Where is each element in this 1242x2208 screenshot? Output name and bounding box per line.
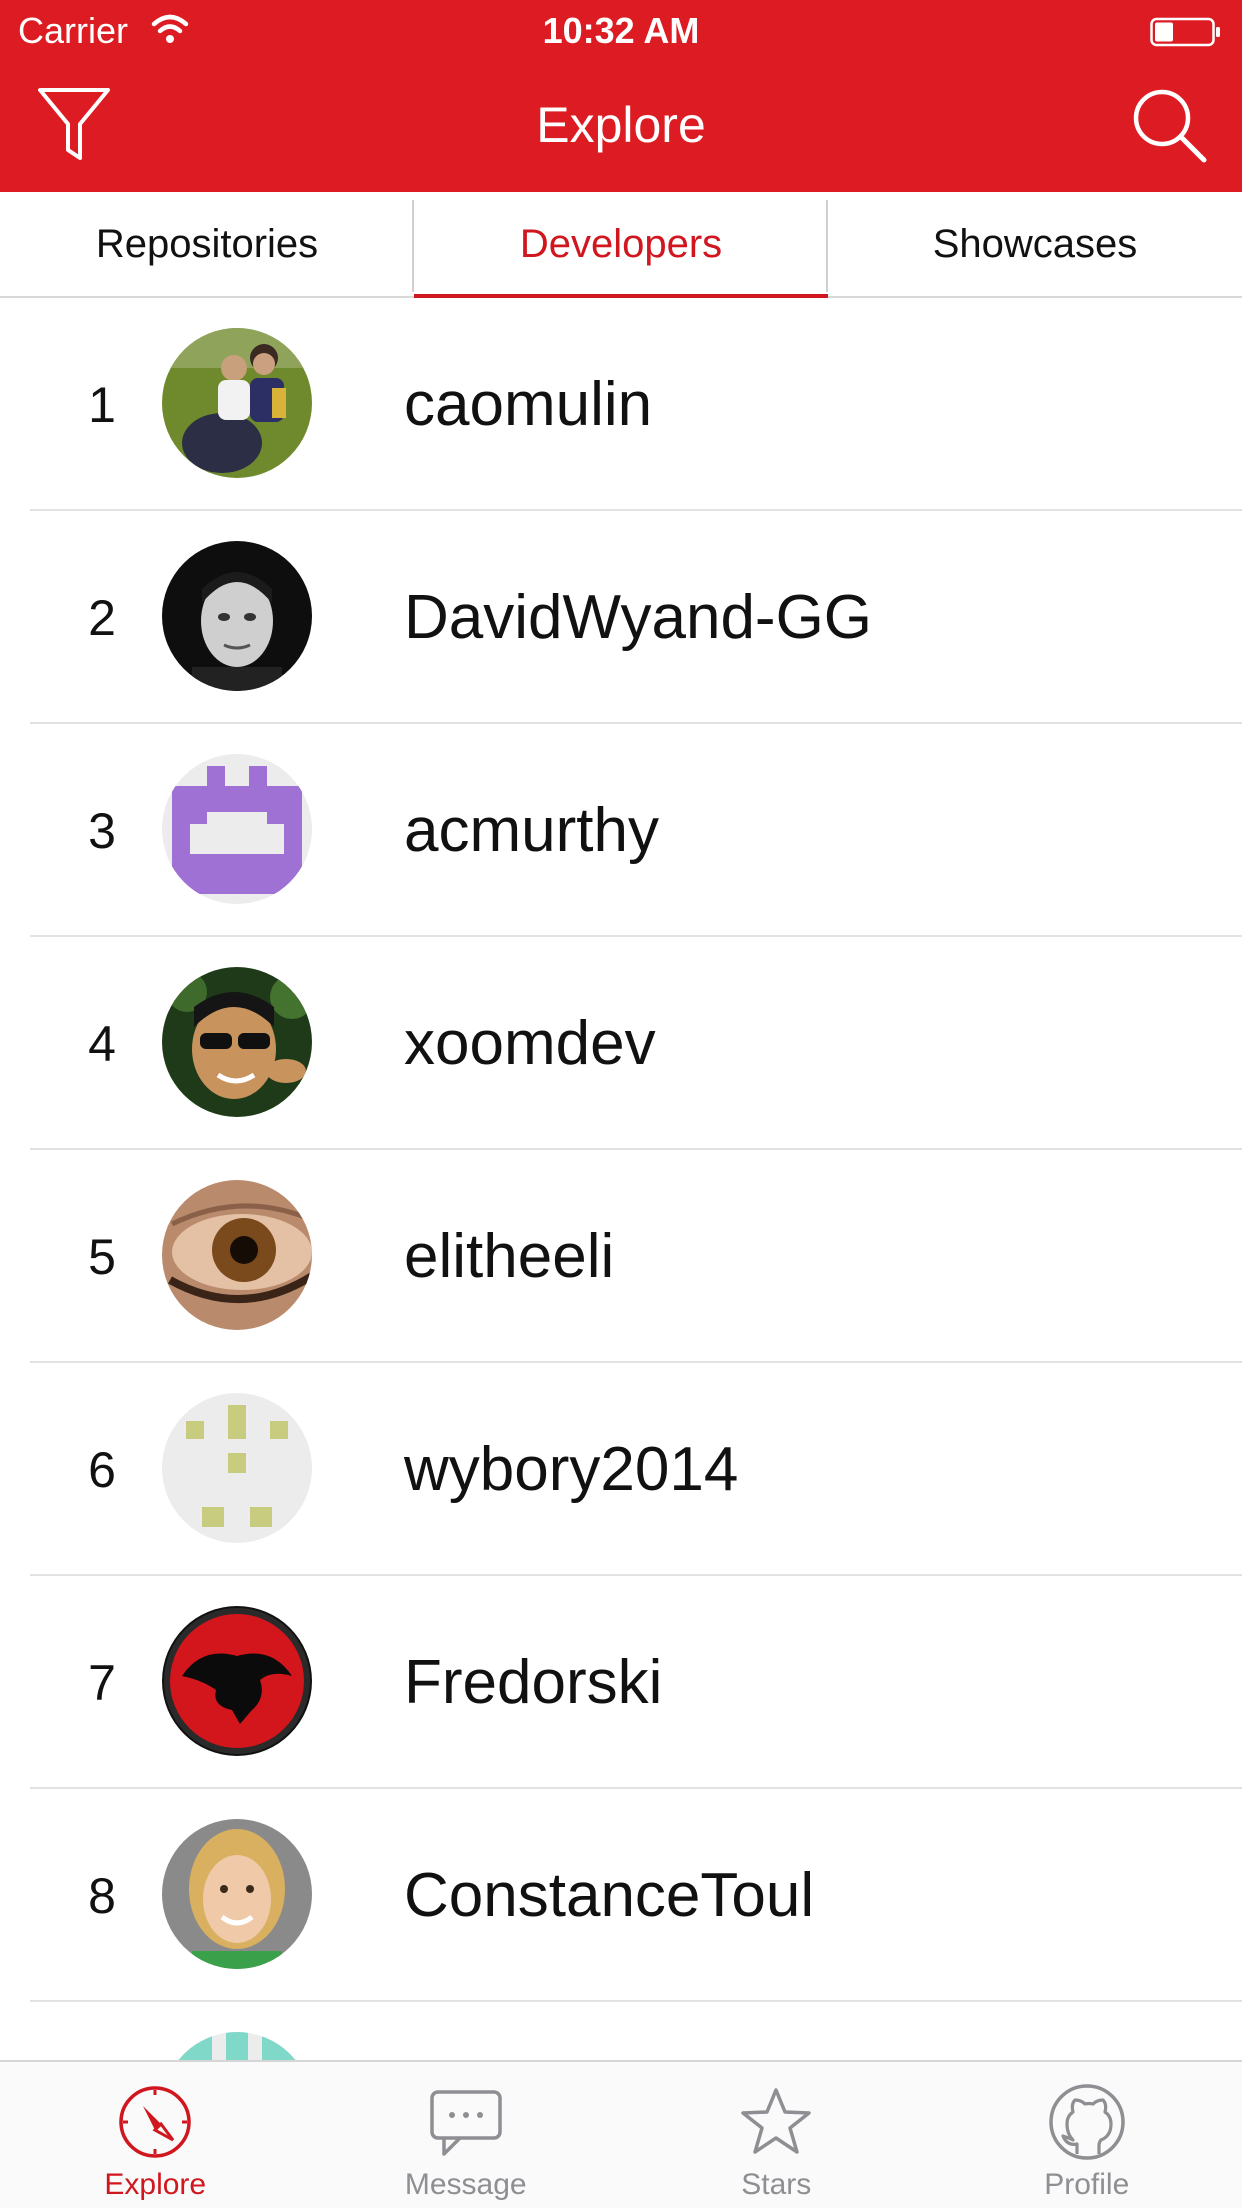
username: wybory2014 xyxy=(404,1435,739,1504)
tab-label: Showcases xyxy=(932,221,1138,266)
username: DavidWyand-GG xyxy=(404,583,873,652)
developer-row[interactable]: 1 caomulin xyxy=(0,298,1242,511)
developer-row[interactable]: 3 acmurthy xyxy=(0,724,1242,937)
bottom-tab-bar: Explore Message Stars Profile xyxy=(0,2060,1242,2208)
tabbar-label: Profile xyxy=(1044,2168,1130,2201)
tabbar-message[interactable]: Message xyxy=(311,2062,622,2208)
avatar xyxy=(162,967,312,1117)
username: acmurthy xyxy=(404,796,659,865)
github-octocat-icon xyxy=(1049,2084,1125,2160)
tabbar-label: Message xyxy=(404,2168,527,2201)
developer-list: 1 caomulin 2 DavidWyand-GG 3 acmurthy 4 … xyxy=(0,298,1242,2208)
username: ConstanceToul xyxy=(404,1861,815,1930)
avatar xyxy=(162,1180,312,1330)
avatar xyxy=(162,541,312,691)
avatar xyxy=(162,328,312,478)
page-title: Explore xyxy=(536,97,706,153)
rank-number: 1 xyxy=(88,376,116,433)
search-icon[interactable] xyxy=(1130,86,1208,164)
developer-row[interactable]: 8 ConstanceToul xyxy=(0,1789,1242,2002)
developer-row[interactable]: 2 DavidWyand-GG xyxy=(0,511,1242,724)
battery-icon xyxy=(1150,17,1220,47)
developer-row[interactable]: 6 wybory2014 xyxy=(0,1363,1242,1576)
avatar xyxy=(162,1606,312,1756)
developer-row[interactable]: 4 xoomdev xyxy=(0,937,1242,1150)
rank-number: 8 xyxy=(88,1867,116,1924)
rank-number: 5 xyxy=(88,1228,116,1285)
avatar xyxy=(162,1393,312,1543)
status-time: 10:32 AM xyxy=(542,10,700,51)
navigation-header: Carrier 10:32 AM Explore xyxy=(0,0,1242,192)
tab-label: Repositories xyxy=(95,221,319,266)
status-bar: Carrier 10:32 AM xyxy=(0,0,1242,62)
developer-row[interactable]: 7 Fredorski xyxy=(0,1576,1242,1789)
rank-number: 3 xyxy=(88,802,116,859)
avatar xyxy=(162,1819,312,1969)
username: xoomdev xyxy=(404,1009,656,1078)
rank-number: 7 xyxy=(88,1654,116,1711)
segment-tabs: Repositories Developers Showcases xyxy=(0,192,1242,298)
tabbar-profile[interactable]: Profile xyxy=(932,2062,1242,2208)
tab-developers[interactable]: Developers xyxy=(414,192,828,298)
chat-bubble-icon xyxy=(430,2090,502,2156)
compass-icon xyxy=(119,2086,191,2158)
rank-number: 2 xyxy=(88,589,116,646)
explore-screen: Carrier 10:32 AM Explore Repositories De… xyxy=(0,0,1242,2208)
avatar xyxy=(162,754,312,904)
tabbar-explore[interactable]: Explore xyxy=(0,2062,311,2208)
username: caomulin xyxy=(404,370,653,439)
developer-row[interactable]: 5 elitheeli xyxy=(0,1150,1242,1363)
tabbar-label: Explore xyxy=(104,2168,207,2201)
tabbar-label: Stars xyxy=(741,2168,812,2201)
rank-number: 4 xyxy=(88,1015,116,1072)
star-icon xyxy=(741,2088,811,2154)
username: Fredorski xyxy=(404,1648,663,1717)
username: elitheeli xyxy=(404,1222,615,1291)
tab-repositories[interactable]: Repositories xyxy=(0,192,414,296)
tabbar-stars[interactable]: Stars xyxy=(621,2062,932,2208)
rank-number: 6 xyxy=(88,1441,116,1498)
tab-label: Developers xyxy=(519,221,723,266)
tab-showcases[interactable]: Showcases xyxy=(828,192,1242,296)
